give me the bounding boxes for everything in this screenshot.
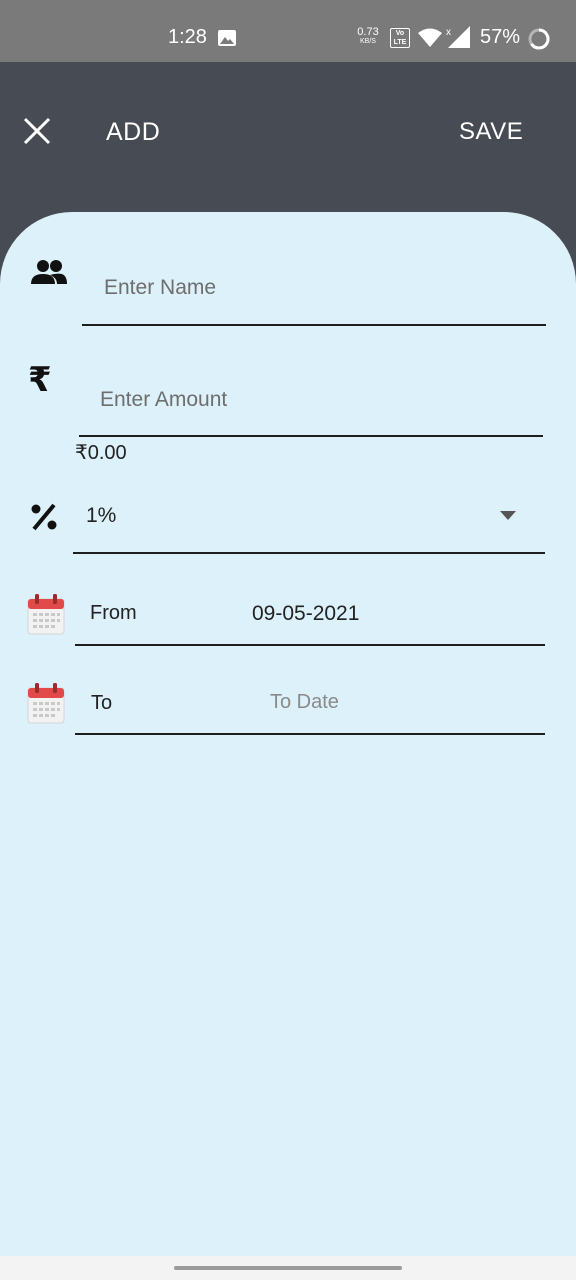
amount-underline — [79, 435, 543, 437]
to-underline — [75, 733, 545, 735]
svg-text:x: x — [446, 27, 451, 38]
from-label: From — [90, 602, 137, 624]
page-title: ADD — [106, 118, 161, 146]
battery-percent: 57% — [480, 26, 521, 48]
image-notification-icon — [218, 30, 236, 46]
name-underline — [82, 324, 546, 326]
calendar-icon — [27, 594, 65, 635]
interest-underline — [73, 552, 545, 554]
calendar-icon — [27, 683, 65, 724]
dropdown-arrow-icon[interactable] — [500, 511, 516, 521]
battery-ring-icon — [528, 28, 550, 50]
to-date-field[interactable]: To Date — [270, 691, 339, 714]
wifi-icon — [418, 28, 442, 47]
from-underline — [75, 644, 545, 646]
volte-icon: Vo LTE — [390, 28, 410, 48]
amount-input[interactable]: Enter Amount — [100, 388, 227, 412]
from-date-field[interactable]: 09-05-2021 — [252, 602, 359, 626]
status-time: 1:28 — [168, 26, 207, 48]
close-icon[interactable] — [22, 116, 52, 146]
navigation-bar — [0, 1256, 576, 1280]
percent-icon — [31, 503, 57, 531]
signal-icon: x — [446, 26, 470, 48]
to-label: To — [91, 692, 113, 714]
network-speed: 0.73 KB/S — [357, 26, 379, 46]
save-button[interactable]: SAVE — [459, 118, 523, 146]
interest-select[interactable]: 1% — [86, 504, 116, 528]
form-sheet: Enter Name ₹ Enter Amount ₹0.00 1% From … — [0, 212, 576, 1256]
app-bar: ADD SAVE — [0, 62, 576, 212]
home-gesture-handle[interactable] — [174, 1266, 402, 1270]
rupee-icon: ₹ — [28, 361, 52, 399]
status-bar: 1:28 0.73 KB/S Vo LTE x 57% — [0, 0, 576, 62]
people-icon — [31, 260, 67, 284]
amount-formatted: ₹0.00 — [75, 442, 127, 464]
name-input[interactable]: Enter Name — [104, 276, 216, 300]
